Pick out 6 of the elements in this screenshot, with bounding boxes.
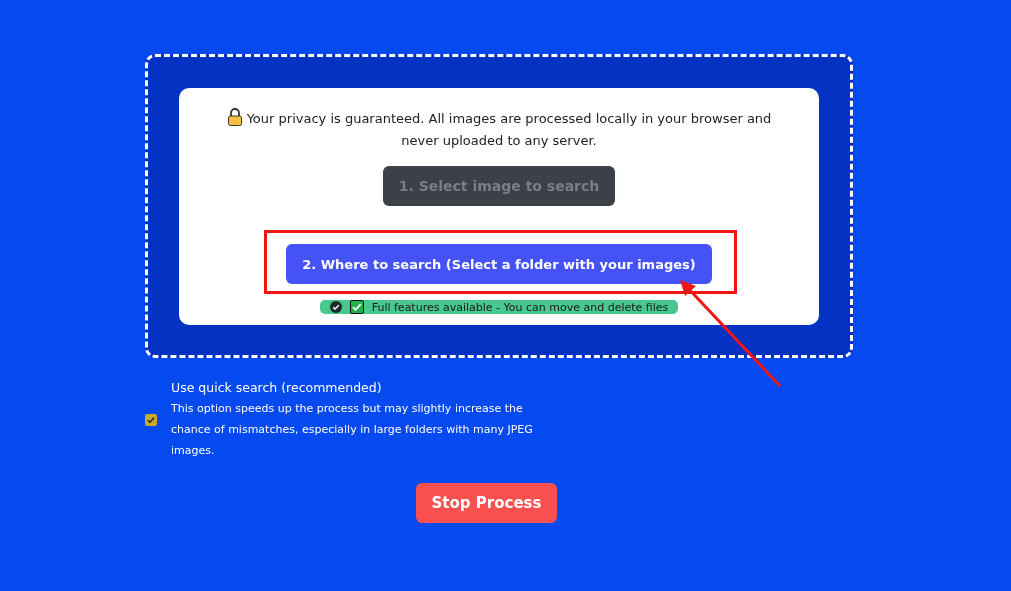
status-text: Full features available - You can move and delete files [371,300,669,314]
option-label: Use quick search (recommended) [171,379,383,397]
option-description: This option speeds up the process but may slightly increase the chance of mismatches, especially in large folders with many JPEG images. [171,401,534,459]
privacy-notice: Your privacy is guaranteed. All images are processed locally in your browser and never uploaded to any server. [246,111,772,148]
select-folder-button[interactable]: 2. Where to search (Select a folder with your images) [286,244,712,284]
stop-button[interactable]: Stop Process [415,483,558,523]
